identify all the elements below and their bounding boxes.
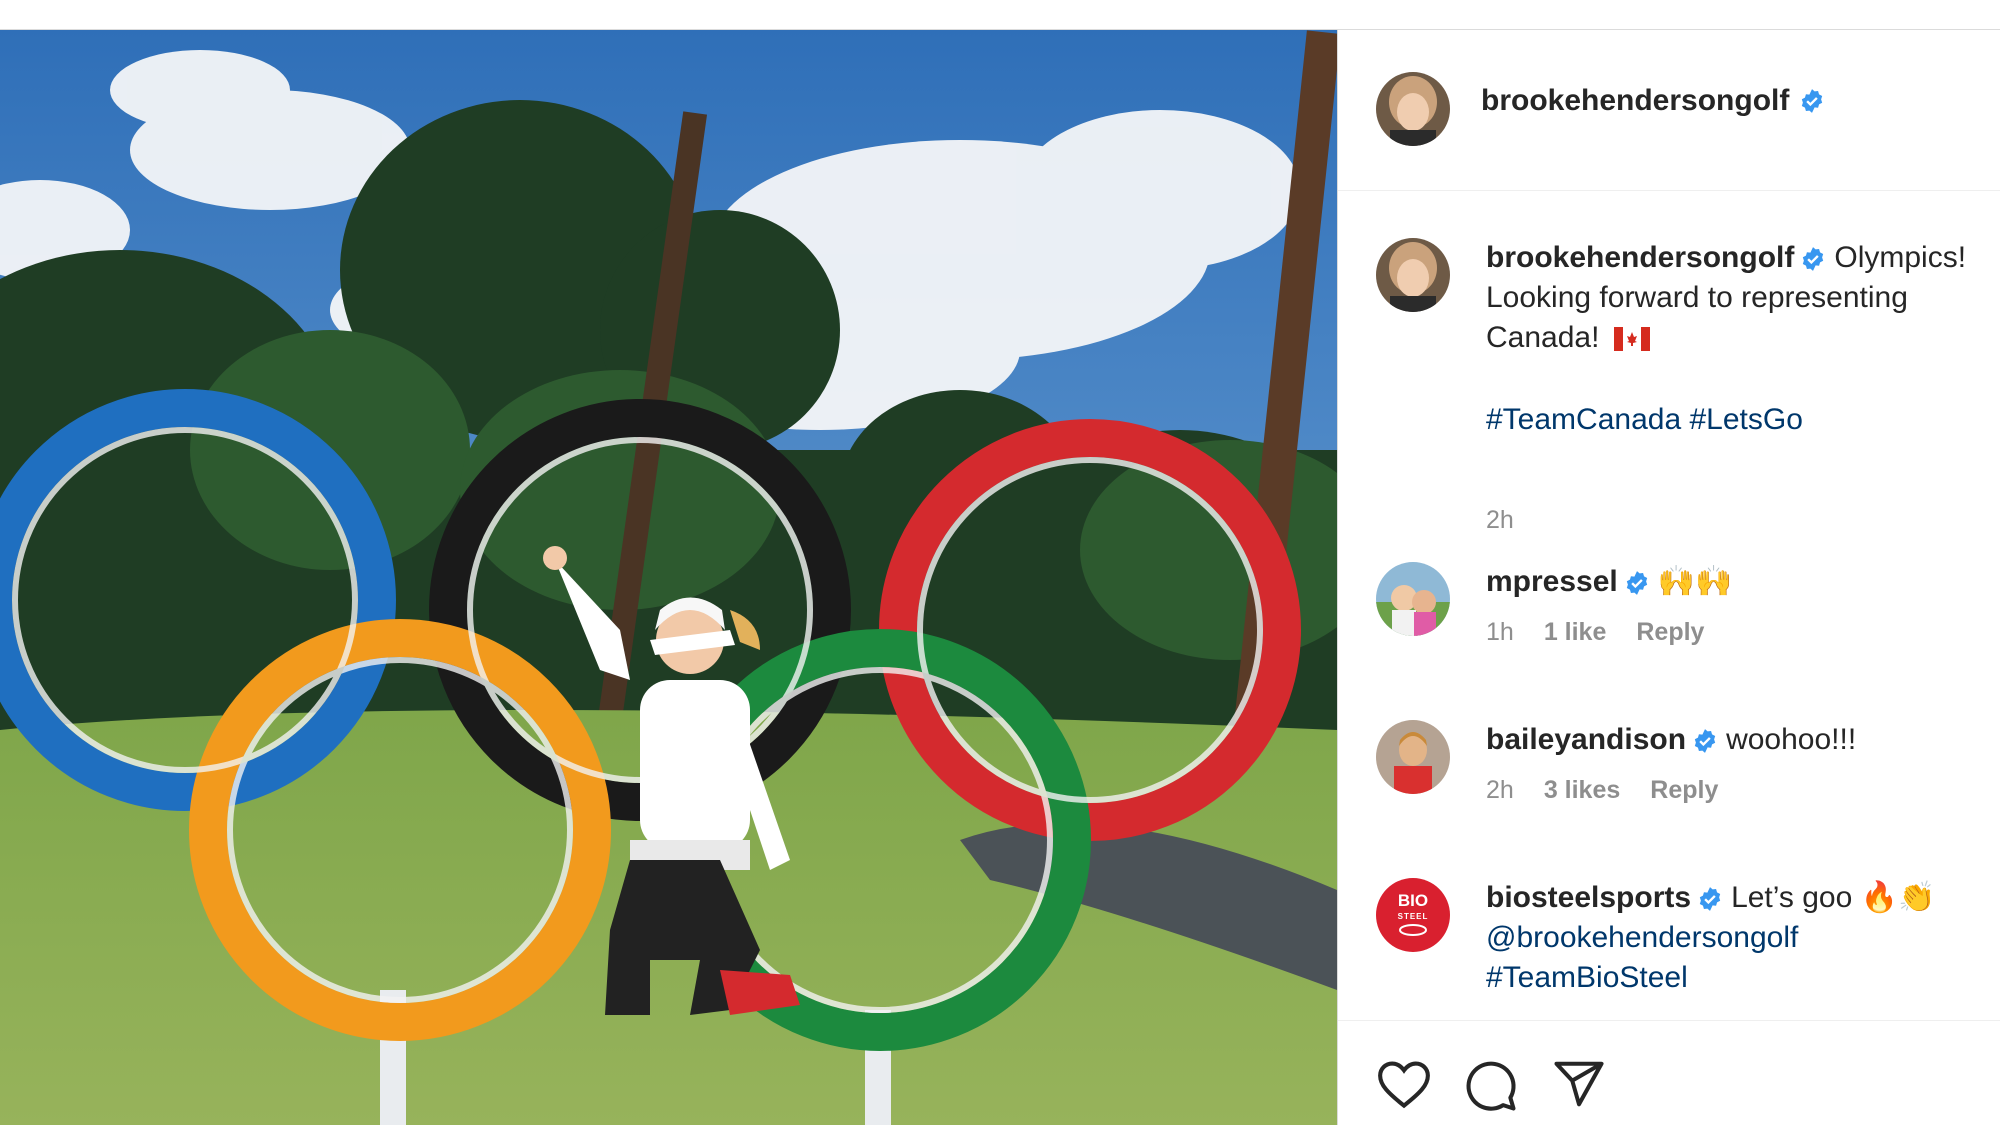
avatar[interactable] (1376, 72, 1450, 146)
verified-badge-icon (1803, 247, 1824, 271)
profile-photo (1376, 238, 1450, 312)
post-header: brookehendersongolf (1338, 30, 2000, 191)
caption-hashtags[interactable]: #TeamCanada #LetsGo (1486, 400, 2000, 440)
post-sidebar: brookehendersongolf brookehendersongolf O… (1337, 30, 2000, 1125)
profile-photo (1376, 72, 1450, 146)
avatar[interactable] (1376, 238, 1450, 312)
avatar[interactable] (1376, 562, 1450, 636)
caption-meta: 2h (1486, 506, 1514, 535)
comment-meta: 1h 1 like Reply (1486, 618, 1704, 647)
comment-text: 🙌🙌 (1657, 565, 1733, 598)
comment-text: woohoo!!! (1726, 723, 1857, 756)
comment-username[interactable]: baileyandison (1486, 723, 1686, 756)
caption-body: brookehendersongolf Olympics! Looking for… (1486, 238, 2000, 440)
header-username[interactable]: brookehendersongolf (1481, 84, 1789, 118)
header-username-row: brookehendersongolf (1481, 84, 1825, 118)
reply-button[interactable]: Reply (1636, 618, 1704, 647)
comment-item: baileyandison woohoo!!! 2h 3 likes Reply (1338, 720, 2000, 850)
comment-time: 1h (1486, 618, 1514, 646)
verified-badge-icon (1626, 571, 1647, 595)
verified-badge-icon (1699, 887, 1721, 911)
comment-username[interactable]: biosteelsports (1486, 881, 1691, 914)
top-bar (0, 0, 2000, 30)
verified-badge-icon (1802, 89, 1823, 113)
comment-likes[interactable]: 1 like (1544, 618, 1607, 647)
avatar-logo-text: BIO (1397, 891, 1429, 910)
comment-body: biosteelsports Let’s goo 🔥👏 @brookehender… (1486, 878, 2000, 998)
profile-photo (1376, 562, 1450, 636)
comment-icon[interactable] (1464, 1059, 1518, 1113)
avatar-logo-subtext: STEEL (1397, 912, 1429, 921)
reply-button[interactable]: Reply (1650, 776, 1718, 805)
comment-username[interactable]: mpressel (1486, 565, 1618, 598)
caption-time: 2h (1486, 506, 1514, 534)
post-actions (1338, 1020, 2000, 1125)
comment-time: 2h (1486, 776, 1514, 804)
post-photo[interactable] (0, 30, 1337, 1125)
comment-body: mpressel 🙌🙌 (1486, 562, 2000, 602)
comment-hashtag[interactable]: #TeamBioSteel (1486, 958, 2000, 998)
comment-body: baileyandison woohoo!!! (1486, 720, 2000, 760)
olympic-rings-photo (0, 30, 1337, 1125)
heart-icon[interactable] (1376, 1059, 1432, 1109)
canada-flag-icon (1613, 327, 1650, 352)
verified-badge-icon (1694, 729, 1716, 753)
comment-text: Let’s goo 🔥👏 (1731, 881, 1936, 914)
caption-username[interactable]: brookehendersongolf (1486, 241, 1794, 274)
post-caption: brookehendersongolf Olympics! Looking for… (1338, 238, 2000, 534)
comment-item: mpressel 🙌🙌 1h 1 like Reply (1338, 562, 2000, 692)
comment-meta: 2h 3 likes Reply (1486, 776, 1718, 805)
avatar[interactable]: BIO STEEL (1376, 878, 1450, 952)
comment-mention[interactable]: @brookehendersongolf (1486, 918, 2000, 958)
comment-item: BIO STEEL biosteelsports Let’s goo 🔥👏 @br… (1338, 878, 2000, 1018)
share-icon[interactable] (1552, 1059, 1606, 1109)
comment-likes[interactable]: 3 likes (1544, 776, 1620, 805)
biosteel-logo-icon (1399, 924, 1427, 936)
profile-photo (1376, 720, 1450, 794)
avatar[interactable] (1376, 720, 1450, 794)
